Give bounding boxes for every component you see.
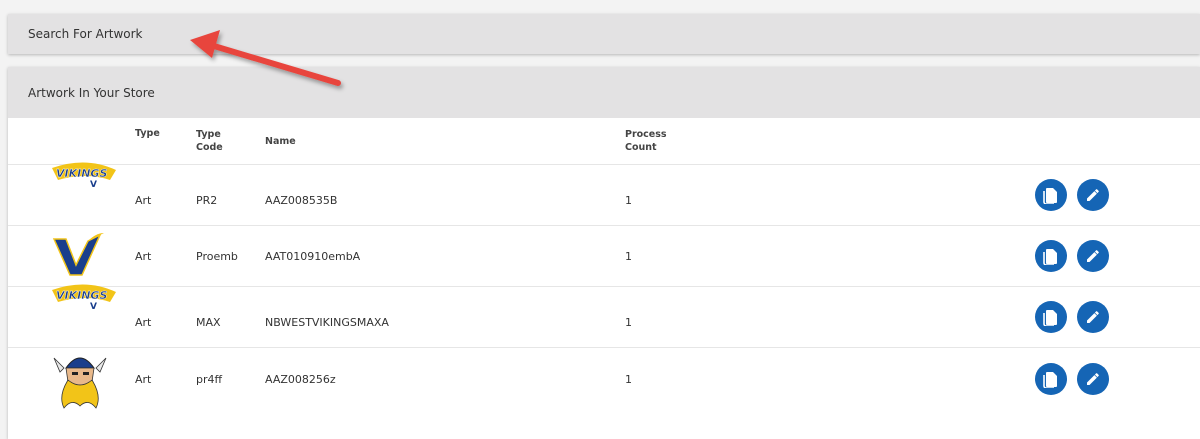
artwork-thumbnail: VIKINGS V — [8, 284, 135, 348]
cell-process-count: 1 — [625, 225, 1035, 287]
copy-button[interactable] — [1035, 179, 1067, 211]
search-artwork-title: Search For Artwork — [28, 27, 143, 41]
pencil-edit-icon — [1086, 250, 1099, 262]
artwork-thumbnail — [8, 347, 135, 410]
edit-button[interactable] — [1076, 240, 1109, 272]
viking-head-mascot-logo — [53, 357, 107, 409]
cell-type-code: MAX — [196, 286, 265, 348]
artwork-store-panel: Artwork In Your Store Type Type Code Nam… — [8, 67, 1200, 439]
pencil-edit-icon — [1086, 373, 1099, 385]
table-row: Art pr4ff AAZ008256z 1 — [8, 347, 1200, 410]
copy-document-icon — [1043, 188, 1057, 204]
pencil-edit-icon — [1086, 189, 1099, 201]
edit-button[interactable] — [1076, 301, 1109, 333]
row-actions — [1035, 164, 1200, 226]
header-actions — [1035, 118, 1200, 165]
copy-button[interactable] — [1035, 301, 1067, 333]
artwork-thumbnail — [8, 225, 135, 287]
table-header-row: Type Type Code Name Process Count — [8, 118, 1200, 165]
cell-name: AAT010910embA — [265, 225, 625, 287]
edit-button[interactable] — [1076, 363, 1109, 395]
copy-button[interactable] — [1035, 363, 1067, 395]
cell-type: Art — [135, 225, 196, 287]
svg-text:VIKINGS: VIKINGS — [56, 289, 107, 302]
header-process-count: Process Count — [625, 129, 667, 153]
row-actions — [1035, 347, 1200, 410]
artwork-table: Type Type Code Name Process Count VIKING… — [8, 118, 1200, 410]
header-type-code: Type Code — [196, 129, 223, 153]
copy-document-icon — [1043, 249, 1057, 265]
cell-process-count: 1 — [625, 347, 1035, 410]
table-row: Art Proemb AAT010910embA 1 — [8, 225, 1200, 287]
cell-type: Art — [135, 164, 196, 226]
table-row: VIKINGS V Art PR2 AAZ008535B 1 — [8, 162, 1200, 226]
pencil-edit-icon — [1086, 311, 1099, 323]
row-actions — [1035, 225, 1200, 287]
cell-name: NBWESTVIKINGSMAXA — [265, 286, 625, 348]
vikings-wordmark-logo: VIKINGS V — [52, 284, 116, 312]
copy-document-icon — [1043, 310, 1057, 326]
svg-text:VIKINGS: VIKINGS — [56, 167, 107, 180]
svg-text:V: V — [90, 302, 97, 312]
copy-document-icon — [1043, 372, 1057, 388]
header-type: Type — [135, 127, 160, 139]
cell-process-count: 1 — [625, 164, 1035, 226]
table-row: VIKINGS V Art MAX NBWESTVIKINGSMAXA 1 — [8, 284, 1200, 348]
artwork-store-header: Artwork In Your Store — [8, 67, 1200, 118]
cell-name: AAZ008256z — [265, 347, 625, 410]
cell-type: Art — [135, 347, 196, 410]
cell-process-count: 1 — [625, 286, 1035, 348]
artwork-thumbnail: VIKINGS V — [8, 162, 135, 226]
cell-type-code: Proemb — [196, 225, 265, 287]
svg-text:V: V — [90, 180, 97, 190]
header-name: Name — [265, 135, 296, 147]
copy-button[interactable] — [1035, 240, 1067, 272]
cell-name: AAZ008535B — [265, 164, 625, 226]
search-artwork-header[interactable]: Search For Artwork — [8, 14, 1200, 54]
cell-type-code: pr4ff — [196, 347, 265, 410]
vikings-wordmark-logo: VIKINGS V — [52, 162, 116, 190]
artwork-store-title: Artwork In Your Store — [28, 85, 155, 100]
search-artwork-panel: Search For Artwork — [8, 14, 1200, 54]
v-horns-logo — [52, 233, 104, 276]
edit-button[interactable] — [1076, 179, 1109, 211]
cell-type-code: PR2 — [196, 164, 265, 226]
row-actions — [1035, 286, 1200, 348]
cell-type: Art — [135, 286, 196, 348]
